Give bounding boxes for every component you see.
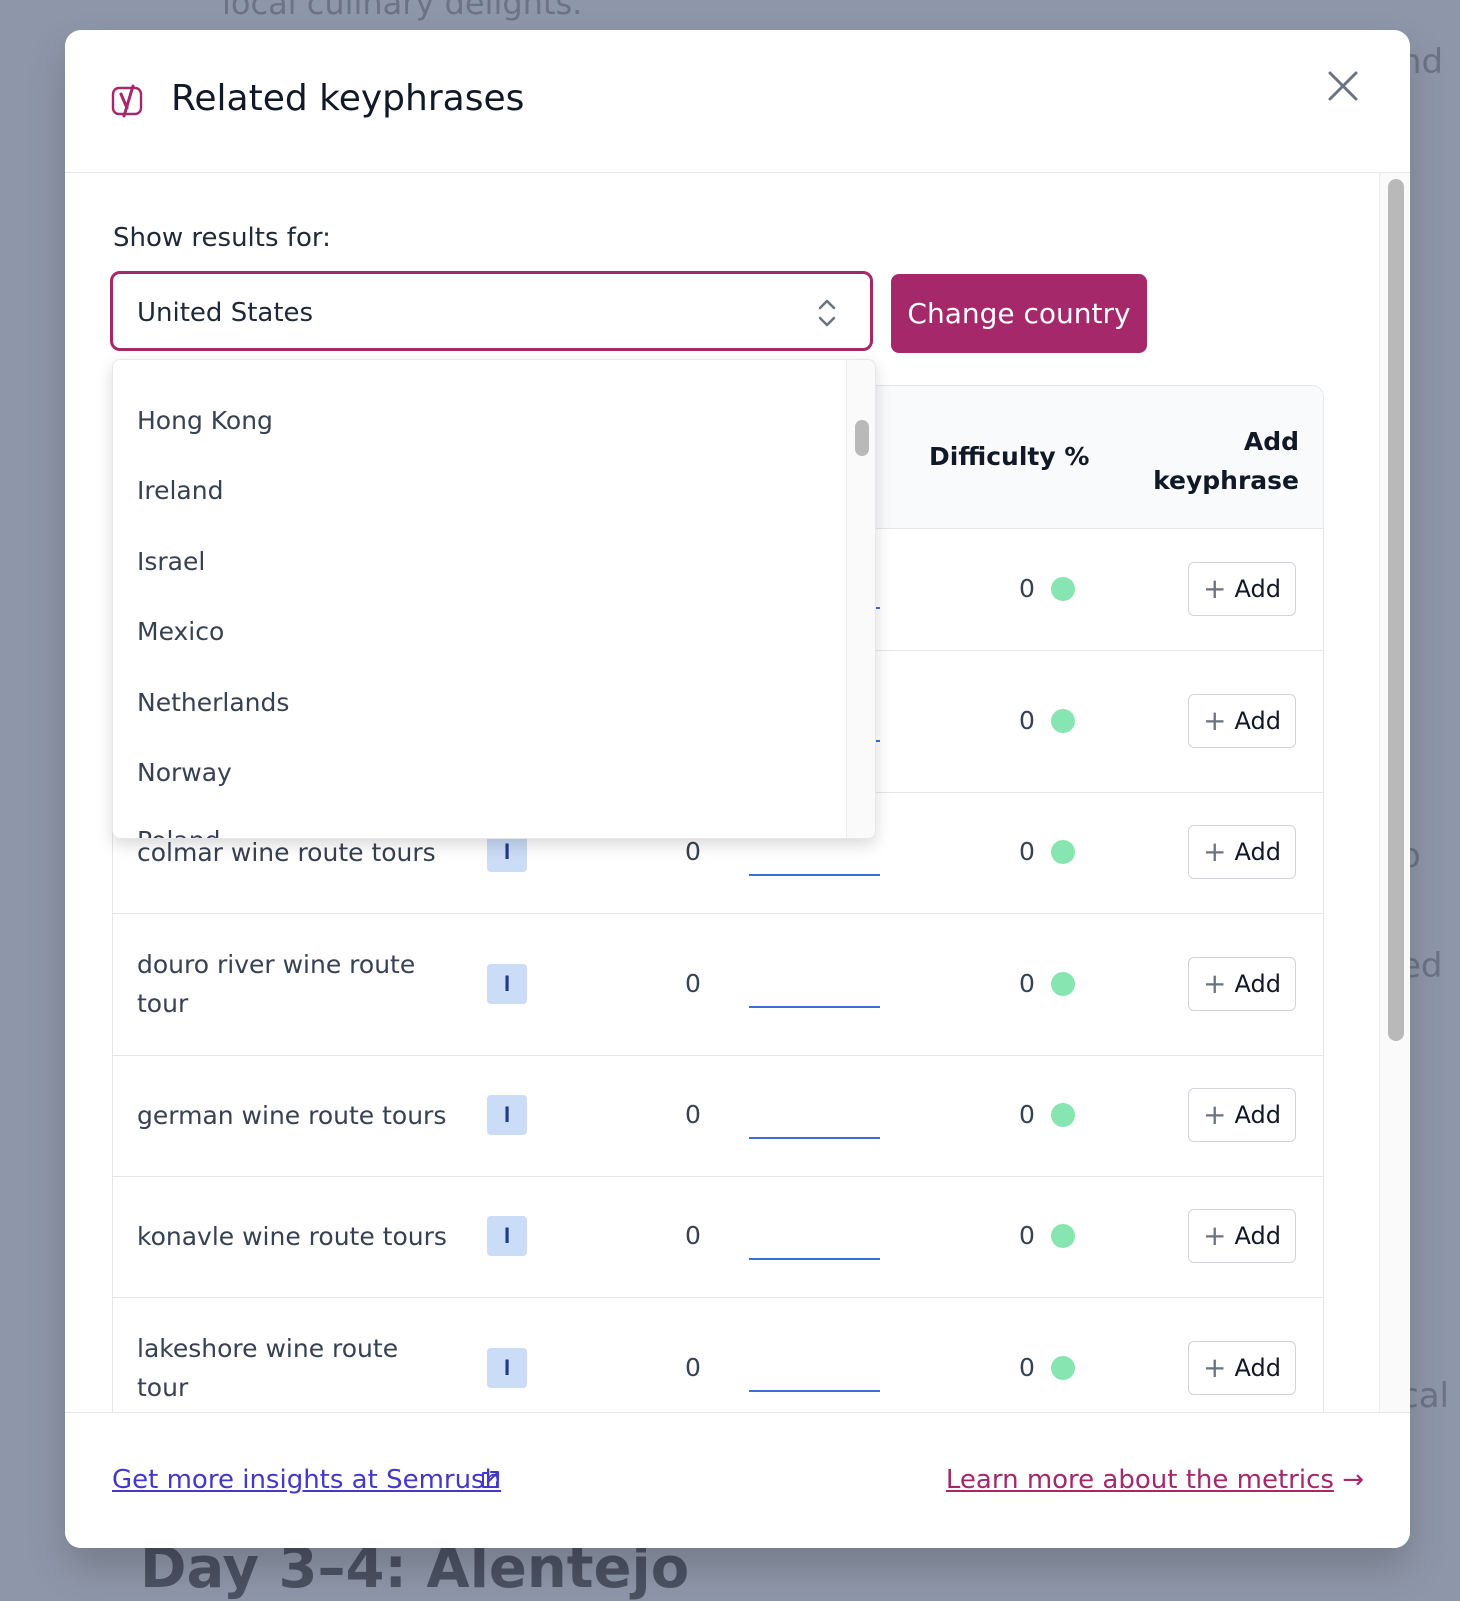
difficulty-value: 0 xyxy=(1019,1100,1035,1129)
difficulty-value: 0 xyxy=(1019,706,1035,735)
dropdown-option[interactable]: Ireland xyxy=(137,476,223,505)
background-text: local culinary delights. xyxy=(222,0,583,22)
intent-badge: I xyxy=(487,1095,527,1135)
difficulty-dot xyxy=(1051,1356,1075,1380)
trend-line xyxy=(749,874,880,876)
plus-icon: + xyxy=(1203,1098,1227,1131)
external-link-icon xyxy=(482,1471,499,1488)
dropdown-scrollbar[interactable] xyxy=(846,360,875,838)
add-label: Add xyxy=(1234,970,1281,998)
dropdown-option[interactable]: Israel xyxy=(137,547,205,576)
dropdown-option[interactable]: Hong Kong xyxy=(137,406,273,435)
add-keyphrase-button[interactable]: + Add xyxy=(1188,1341,1296,1395)
keyphrase-text: lakeshore wine route tour xyxy=(137,1334,399,1402)
trend-line xyxy=(749,1390,880,1392)
add-label: Add xyxy=(1234,1101,1281,1129)
plus-icon: + xyxy=(1203,572,1227,605)
add-keyphrase-button[interactable]: + Add xyxy=(1188,1209,1296,1263)
keyphrase-text: german wine route tours xyxy=(137,1101,447,1130)
selected-country: United States xyxy=(137,298,314,328)
difficulty-value: 0 xyxy=(1019,1221,1035,1250)
volume-value: 0 xyxy=(685,969,701,998)
difficulty-value: 0 xyxy=(1019,1353,1035,1382)
add-label: Add xyxy=(1234,1222,1281,1250)
modal-header: Related keyphrases xyxy=(65,30,1410,173)
add-label: Add xyxy=(1234,575,1281,603)
country-dropdown[interactable]: Hong Kong Ireland Israel Mexico Netherla… xyxy=(112,359,876,839)
dropdown-option[interactable]: Netherlands xyxy=(137,688,289,717)
difficulty-dot xyxy=(1051,840,1075,864)
difficulty-dot xyxy=(1051,577,1075,601)
trend-line xyxy=(749,1258,880,1260)
volume-value: 0 xyxy=(685,1221,701,1250)
difficulty-dot xyxy=(1051,972,1075,996)
table-row: konavle wine route tours I 0 0 + Add xyxy=(113,1176,1323,1298)
add-keyphrase-header: Add keyphrase xyxy=(1153,427,1299,495)
difficulty-dot xyxy=(1051,1103,1075,1127)
plus-icon: + xyxy=(1203,704,1227,737)
modal-body: Show results for: United States Change c… xyxy=(65,173,1410,1443)
learn-metrics-link[interactable]: Learn more about the metrics → xyxy=(946,1465,1364,1495)
volume-value: 0 xyxy=(685,1100,701,1129)
semrush-link[interactable]: Get more insights at Semrush xyxy=(112,1465,501,1495)
trend-line xyxy=(749,1006,880,1008)
dropdown-option[interactable]: Norway xyxy=(137,758,232,787)
table-row: german wine route tours I 0 0 + Add xyxy=(113,1055,1323,1177)
add-keyphrase-button[interactable]: + Add xyxy=(1188,562,1296,616)
modal-scrollbar[interactable] xyxy=(1379,173,1410,1443)
intent-badge: I xyxy=(487,964,527,1004)
keyphrase-text: konavle wine route tours xyxy=(137,1222,447,1251)
volume-value: 0 xyxy=(685,1353,701,1382)
modal-title: Related keyphrases xyxy=(171,78,525,119)
difficulty-value: 0 xyxy=(1019,574,1035,603)
related-keyphrases-modal: Related keyphrases Show results for: Uni… xyxy=(65,30,1410,1548)
add-label: Add xyxy=(1234,707,1281,735)
plus-icon: + xyxy=(1203,967,1227,1000)
learn-metrics-label: Learn more about the metrics xyxy=(945,1465,1334,1495)
modal-scroll-thumb[interactable] xyxy=(1388,179,1404,1041)
plus-icon: + xyxy=(1203,835,1227,868)
intent-badge: I xyxy=(487,1348,527,1388)
country-select[interactable]: United States xyxy=(110,271,873,351)
plus-icon: + xyxy=(1203,1351,1227,1384)
show-results-label: Show results for: xyxy=(113,223,331,253)
arrow-right-icon: → xyxy=(1342,1465,1364,1495)
volume-value: 0 xyxy=(685,837,701,866)
intent-badge: I xyxy=(487,1216,527,1256)
dropdown-option[interactable]: Poland xyxy=(137,826,220,838)
difficulty-header: Difficulty % xyxy=(929,442,1090,471)
change-country-button[interactable]: Change country xyxy=(891,274,1147,353)
plus-icon: + xyxy=(1203,1219,1227,1252)
difficulty-value: 0 xyxy=(1019,969,1035,998)
close-icon[interactable] xyxy=(1327,70,1359,102)
difficulty-dot xyxy=(1051,709,1075,733)
dropdown-option[interactable]: Mexico xyxy=(137,617,224,646)
keyphrase-text: douro river wine route tour xyxy=(137,950,416,1018)
add-keyphrase-button[interactable]: + Add xyxy=(1188,694,1296,748)
dropdown-scroll-thumb[interactable] xyxy=(855,420,869,456)
difficulty-dot xyxy=(1051,1224,1075,1248)
add-label: Add xyxy=(1234,838,1281,866)
table-row: douro river wine route tour I 0 0 + Add xyxy=(113,913,1323,1056)
difficulty-value: 0 xyxy=(1019,837,1035,866)
add-label: Add xyxy=(1234,1354,1281,1382)
add-keyphrase-button[interactable]: + Add xyxy=(1188,957,1296,1011)
yoast-logo-icon xyxy=(111,84,143,118)
selector-chevrons-icon xyxy=(818,299,836,327)
add-keyphrase-button[interactable]: + Add xyxy=(1188,1088,1296,1142)
trend-line xyxy=(749,1137,880,1139)
modal-footer: Get more insights at Semrush Learn more … xyxy=(65,1412,1410,1548)
add-keyphrase-button[interactable]: + Add xyxy=(1188,825,1296,879)
